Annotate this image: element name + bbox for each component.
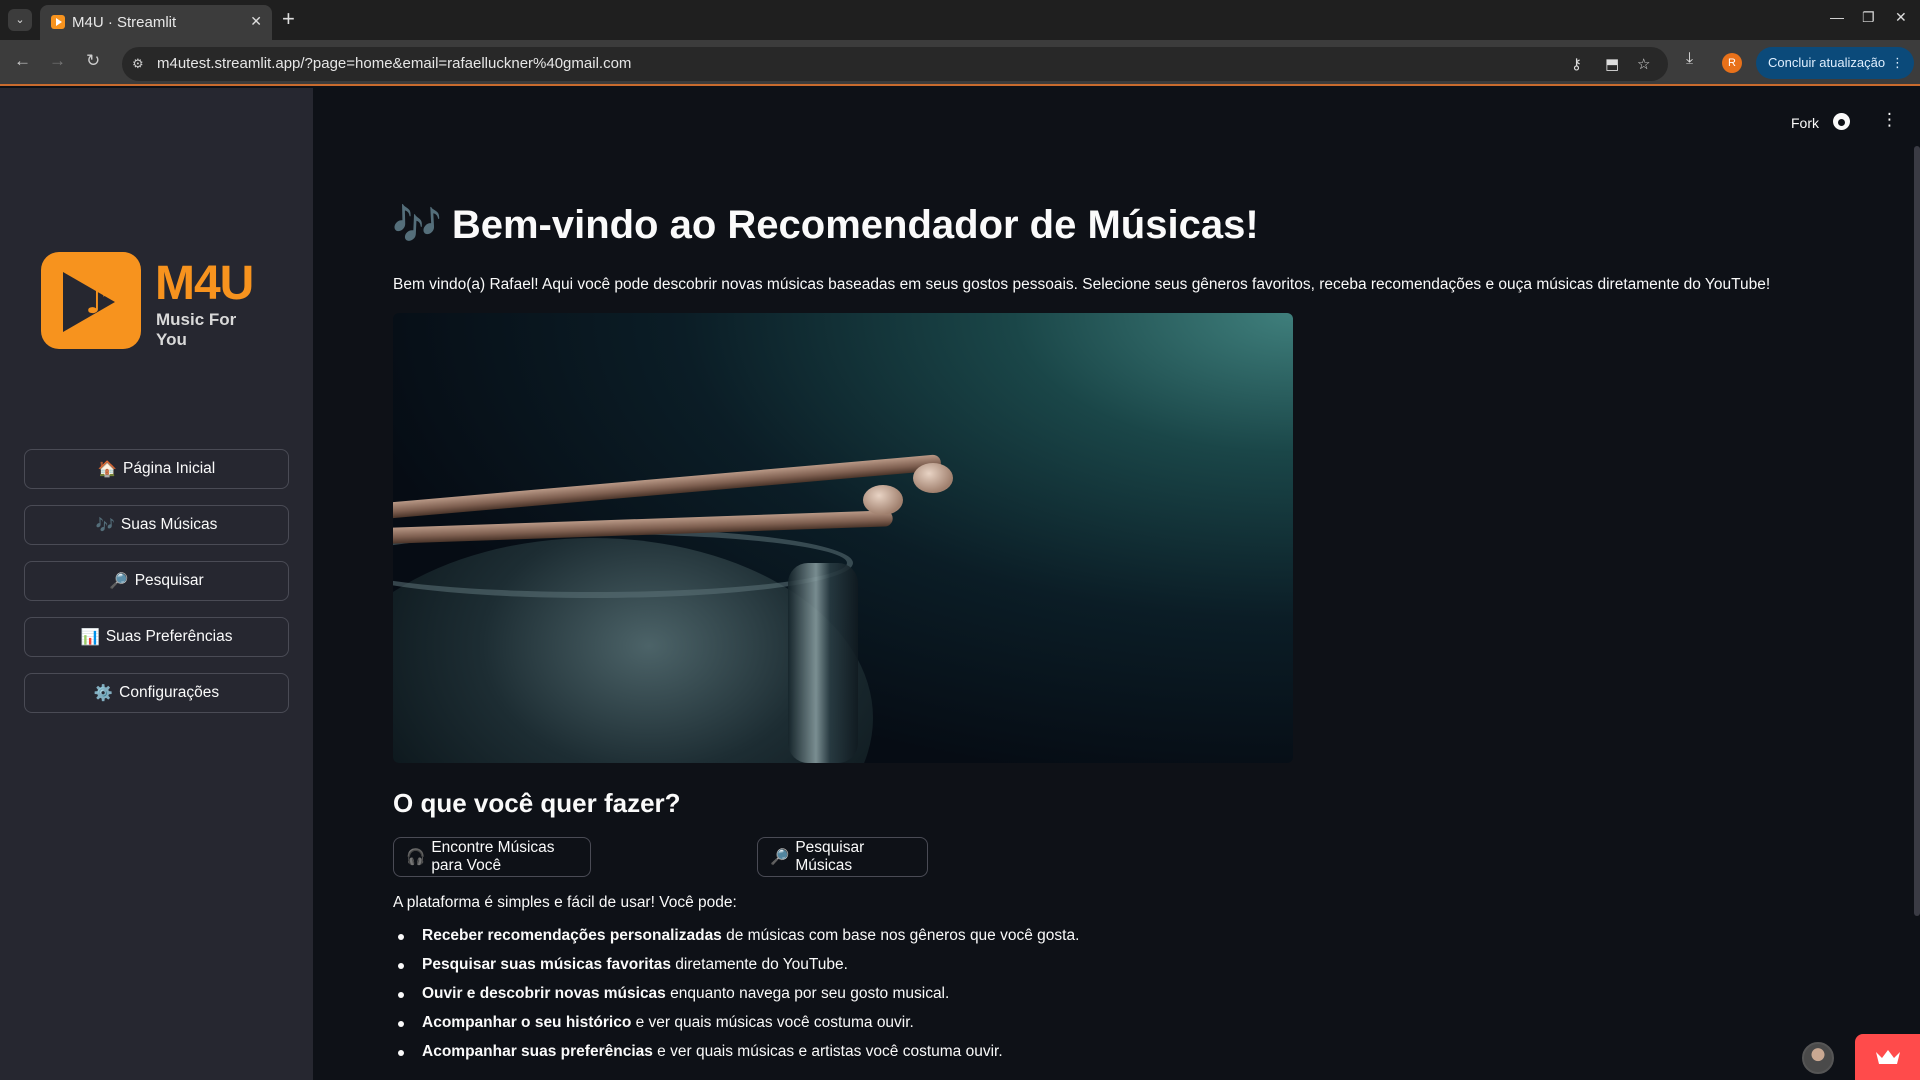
browser-tab[interactable]: M4U · Streamlit ✕: [40, 5, 272, 40]
find-music-button[interactable]: 🎧 Encontre Músicas para Você: [393, 837, 591, 877]
tab-favicon-icon: [51, 15, 65, 29]
password-key-icon[interactable]: ⚷: [1571, 55, 1582, 73]
crown-icon: [1876, 1050, 1900, 1064]
scrollbar[interactable]: [1914, 146, 1920, 916]
install-app-icon[interactable]: ⬒: [1605, 55, 1619, 73]
section-title: O que você quer fazer?: [393, 788, 681, 818]
download-icon[interactable]: ⤓: [1686, 50, 1693, 68]
bar-chart-icon: 📊: [80, 628, 100, 646]
forward-arrow-icon[interactable]: →: [49, 51, 66, 71]
reload-icon[interactable]: ↻: [86, 51, 100, 71]
sidebar-item-label: Pesquisar: [134, 572, 204, 589]
drumstick-tip-shape: [863, 485, 903, 515]
bookmark-star-icon[interactable]: ☆: [1637, 55, 1650, 73]
logo-name: M4U: [155, 257, 254, 310]
address-url[interactable]: m4utest.streamlit.app/?page=home&email=r…: [157, 55, 631, 72]
minimize-icon[interactable]: —: [1830, 9, 1844, 25]
list-item: Receber recomendações personalizadas de …: [393, 926, 1079, 955]
tab-close-icon[interactable]: ✕: [250, 13, 262, 30]
features-lead: A plataforma é simples e fácil de usar! …: [393, 894, 737, 911]
sidebar-item-home[interactable]: 🏠 Página Inicial: [24, 449, 289, 489]
update-label: Concluir atualização: [1768, 55, 1886, 70]
browser-menu-icon[interactable]: ⋮: [1891, 47, 1904, 79]
app-logo: ♪ M4U Music For You: [41, 252, 271, 352]
music-notes-icon: 🎶: [392, 202, 442, 248]
list-item: Acompanhar o seu histórico e ver quais m…: [393, 1013, 1079, 1042]
user-avatar[interactable]: [1802, 1042, 1834, 1074]
search-music-button[interactable]: 🔎 Pesquisar Músicas: [757, 837, 928, 877]
sidebar: ♪ M4U Music For You 🏠 Página Inicial 🎶 S…: [0, 88, 313, 1080]
new-tab-plus-icon[interactable]: +: [282, 6, 295, 32]
list-item: Ouvir e descobrir novas músicas enquanto…: [393, 984, 1079, 1013]
drumstick-tip-shape: [913, 463, 953, 493]
logo-badge: ♪: [41, 252, 141, 349]
drum-lug-shape: [788, 563, 858, 763]
close-window-icon[interactable]: ✕: [1895, 9, 1907, 26]
logo-note-icon: ♪: [85, 278, 110, 322]
drumstick-shape: [393, 454, 942, 519]
sidebar-item-label: Página Inicial: [123, 460, 216, 477]
sidebar-item-label: Suas Preferências: [105, 628, 233, 645]
main-content: Fork ⋮ 🎶 Bem-vindo ao Recomendador de Mús…: [313, 88, 1920, 1080]
address-bar[interactable]: ⚙ m4utest.streamlit.app/?page=home&email…: [122, 47, 1668, 81]
headphones-icon: 🎧: [406, 848, 426, 866]
back-arrow-icon[interactable]: ←: [14, 51, 31, 71]
browser-tab-bar: ⌄ M4U · Streamlit ✕ + — ❐ ✕: [0, 0, 1920, 40]
list-item: Acompanhar suas preferências e ver quais…: [393, 1042, 1079, 1071]
sidebar-item-search[interactable]: 🔎 Pesquisar: [24, 561, 289, 601]
app-menu-icon[interactable]: ⋮: [1881, 110, 1898, 130]
github-icon[interactable]: [1833, 113, 1850, 130]
list-item: Pesquisar suas músicas favoritas diretam…: [393, 955, 1079, 984]
search-icon: 🔎: [109, 572, 129, 590]
sidebar-item-my-music[interactable]: 🎶 Suas Músicas: [24, 505, 289, 545]
page-title-text: Bem-vindo ao Recomendador de Músicas!: [451, 203, 1259, 247]
sidebar-item-label: Suas Músicas: [120, 516, 218, 533]
button-label: Encontre Músicas para Você: [431, 839, 555, 874]
browser-toolbar: ← → ↻ ⚙ m4utest.streamlit.app/?page=home…: [0, 40, 1920, 86]
sidebar-item-label: Configurações: [119, 684, 220, 701]
fork-link[interactable]: Fork: [1791, 115, 1819, 131]
restore-icon[interactable]: ❐: [1862, 9, 1875, 26]
site-info-icon[interactable]: ⚙: [132, 56, 144, 72]
sidebar-item-preferences[interactable]: 📊 Suas Preferências: [24, 617, 289, 657]
music-notes-icon: 🎶: [95, 516, 115, 534]
gear-icon: ⚙️: [93, 684, 114, 702]
sidebar-item-settings[interactable]: ⚙️ Configurações: [24, 673, 289, 713]
button-label: Pesquisar Músicas: [795, 839, 865, 874]
search-icon: 🔎: [770, 848, 790, 866]
tab-title: M4U · Streamlit: [72, 14, 177, 31]
page-title: 🎶 Bem-vindo ao Recomendador de Músicas!: [392, 201, 1259, 248]
logo-tagline: Music For You: [156, 310, 237, 349]
update-button[interactable]: Concluir atualização ⋮: [1756, 47, 1914, 79]
streamlit-badge[interactable]: [1855, 1034, 1920, 1080]
profile-avatar[interactable]: R: [1722, 53, 1742, 73]
tab-list-chevron-icon[interactable]: ⌄: [8, 9, 32, 31]
hero-image-drumsticks: [393, 313, 1293, 763]
intro-text: Bem vindo(a) Rafael! Aqui você pode desc…: [393, 276, 1771, 293]
features-list: Receber recomendações personalizadas de …: [393, 926, 1079, 1071]
home-icon: 🏠: [97, 460, 118, 478]
